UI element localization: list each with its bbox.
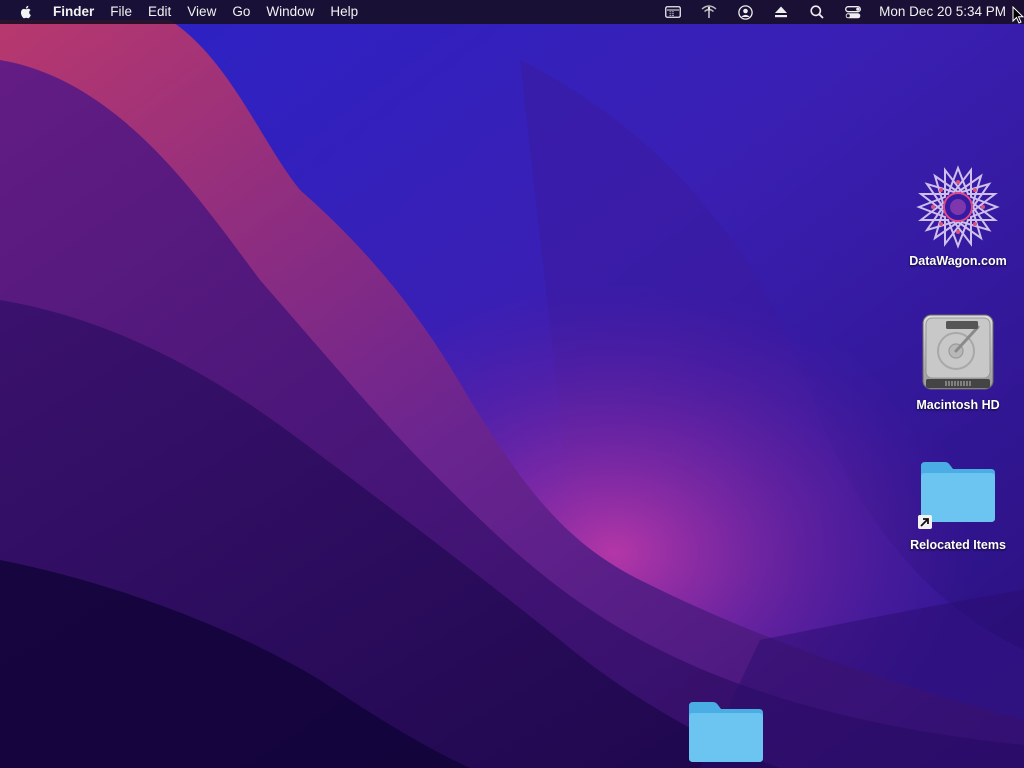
menu-app-name[interactable]: Finder [46, 0, 102, 24]
menu-view[interactable]: View [179, 0, 224, 24]
menu-go[interactable]: Go [224, 0, 258, 24]
folder-alias-icon [915, 448, 1001, 534]
alias-arrow-icon [918, 515, 932, 529]
desktop-wallpaper [0, 0, 1024, 768]
menu-help[interactable]: Help [322, 0, 366, 24]
eject-icon[interactable] [763, 0, 799, 24]
desktop-icon-label: Relocated Items [910, 538, 1006, 552]
hard-drive-icon [915, 308, 1001, 394]
menu-bar-clock[interactable]: Mon Dec 20 5:34 PM [871, 0, 1024, 24]
keyboard-input-icon[interactable]: ☷ [655, 0, 691, 24]
desktop-icon-label: DataWagon.com [909, 254, 1007, 268]
desktop-icon-folder[interactable] [666, 688, 786, 768]
svg-text:☷: ☷ [669, 11, 674, 18]
spotlight-search-icon[interactable] [799, 0, 835, 24]
desktop-icon-macintosh-hd[interactable]: Macintosh HD [898, 308, 1018, 412]
datawagon-star-icon [915, 164, 1001, 250]
menu-edit[interactable]: Edit [140, 0, 179, 24]
folder-icon [683, 688, 769, 768]
desktop-icon-label: Macintosh HD [916, 398, 1000, 412]
user-account-icon[interactable] [727, 0, 763, 24]
desktop-icon-datawagon[interactable]: DataWagon.com [898, 164, 1018, 268]
wifi-icon[interactable] [691, 0, 727, 24]
menu-file[interactable]: File [102, 0, 140, 24]
mouse-cursor-icon [1012, 6, 1024, 24]
menu-window[interactable]: Window [258, 0, 322, 24]
menu-bar: Finder File Edit View Go Window Help ☷ M… [0, 0, 1024, 24]
apple-logo-icon[interactable] [18, 4, 34, 20]
desktop-icon-relocated-items[interactable]: Relocated Items [898, 448, 1018, 552]
control-center-icon[interactable] [835, 0, 871, 24]
